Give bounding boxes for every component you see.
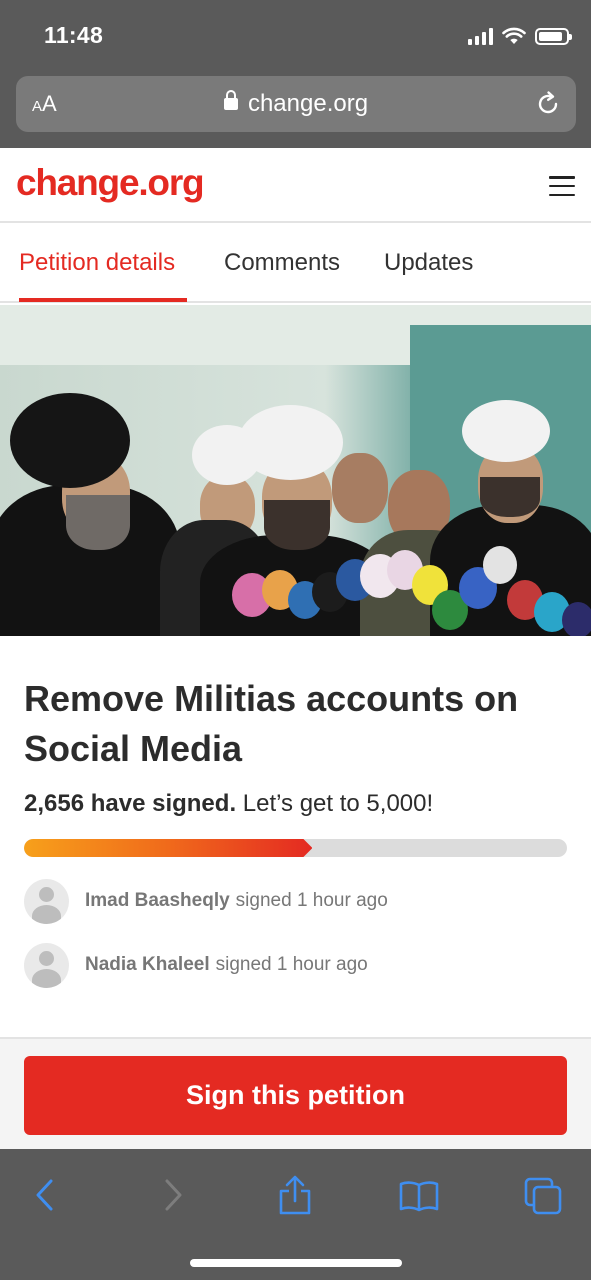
status-time: 11:48 xyxy=(44,22,104,48)
reload-icon[interactable] xyxy=(534,90,562,118)
share-icon[interactable] xyxy=(273,1173,317,1217)
sign-petition-button[interactable]: Sign this petition xyxy=(24,1056,567,1135)
browser-top-bar: 11:48 AA change.org xyxy=(0,0,591,148)
sign-petition-bar: Sign this petition xyxy=(0,1037,591,1149)
signal-icon xyxy=(468,27,493,45)
lock-icon xyxy=(223,90,238,110)
url-display[interactable]: change.org xyxy=(16,90,576,118)
progress-fill xyxy=(24,839,312,857)
wifi-icon xyxy=(502,27,526,44)
signer-time: signed 1 hour ago xyxy=(215,954,368,975)
signer-time: signed 1 hour ago xyxy=(235,890,388,911)
url-text: change.org xyxy=(247,90,369,117)
change-org-logo[interactable]: change.org xyxy=(16,162,205,204)
back-icon[interactable] xyxy=(24,1173,68,1217)
tab-updates[interactable]: Updates xyxy=(384,249,473,277)
status-icons xyxy=(468,24,572,48)
site-header: change.org xyxy=(0,148,591,223)
signer-name: Nadia Khaleel xyxy=(85,954,210,975)
tab-petition-details[interactable]: Petition details xyxy=(19,249,175,277)
battery-icon xyxy=(535,27,572,45)
recent-signer: Nadia Khaleel signed 1 hour ago xyxy=(24,942,368,988)
signature-count: 2,656 have signed. Let’s get to 5,000! xyxy=(24,790,433,818)
active-tab-indicator xyxy=(19,298,187,302)
microphones-image xyxy=(232,546,591,636)
hamburger-menu-icon[interactable] xyxy=(549,176,575,196)
signer-name: Imad Baasheqly xyxy=(85,890,230,911)
signature-progress-bar xyxy=(24,839,567,857)
bookmarks-icon[interactable] xyxy=(397,1173,441,1217)
signed-count: 2,656 have signed. xyxy=(24,790,237,817)
home-indicator[interactable] xyxy=(190,1259,402,1267)
address-bar[interactable]: AA change.org xyxy=(16,76,576,132)
recent-signer: Imad Baasheqly signed 1 hour ago xyxy=(24,878,388,924)
avatar xyxy=(24,942,69,988)
petition-title: Remove Militias accounts on Social Media xyxy=(24,678,519,769)
tab-comments[interactable]: Comments xyxy=(224,249,340,277)
petition-tabs: Petition details Comments Updates xyxy=(0,225,591,303)
tabs-icon[interactable] xyxy=(522,1173,566,1217)
forward-icon[interactable] xyxy=(150,1173,194,1217)
goal-text: Let’s get to 5,000! xyxy=(236,790,434,817)
petition-image xyxy=(0,305,591,636)
avatar xyxy=(24,878,69,924)
